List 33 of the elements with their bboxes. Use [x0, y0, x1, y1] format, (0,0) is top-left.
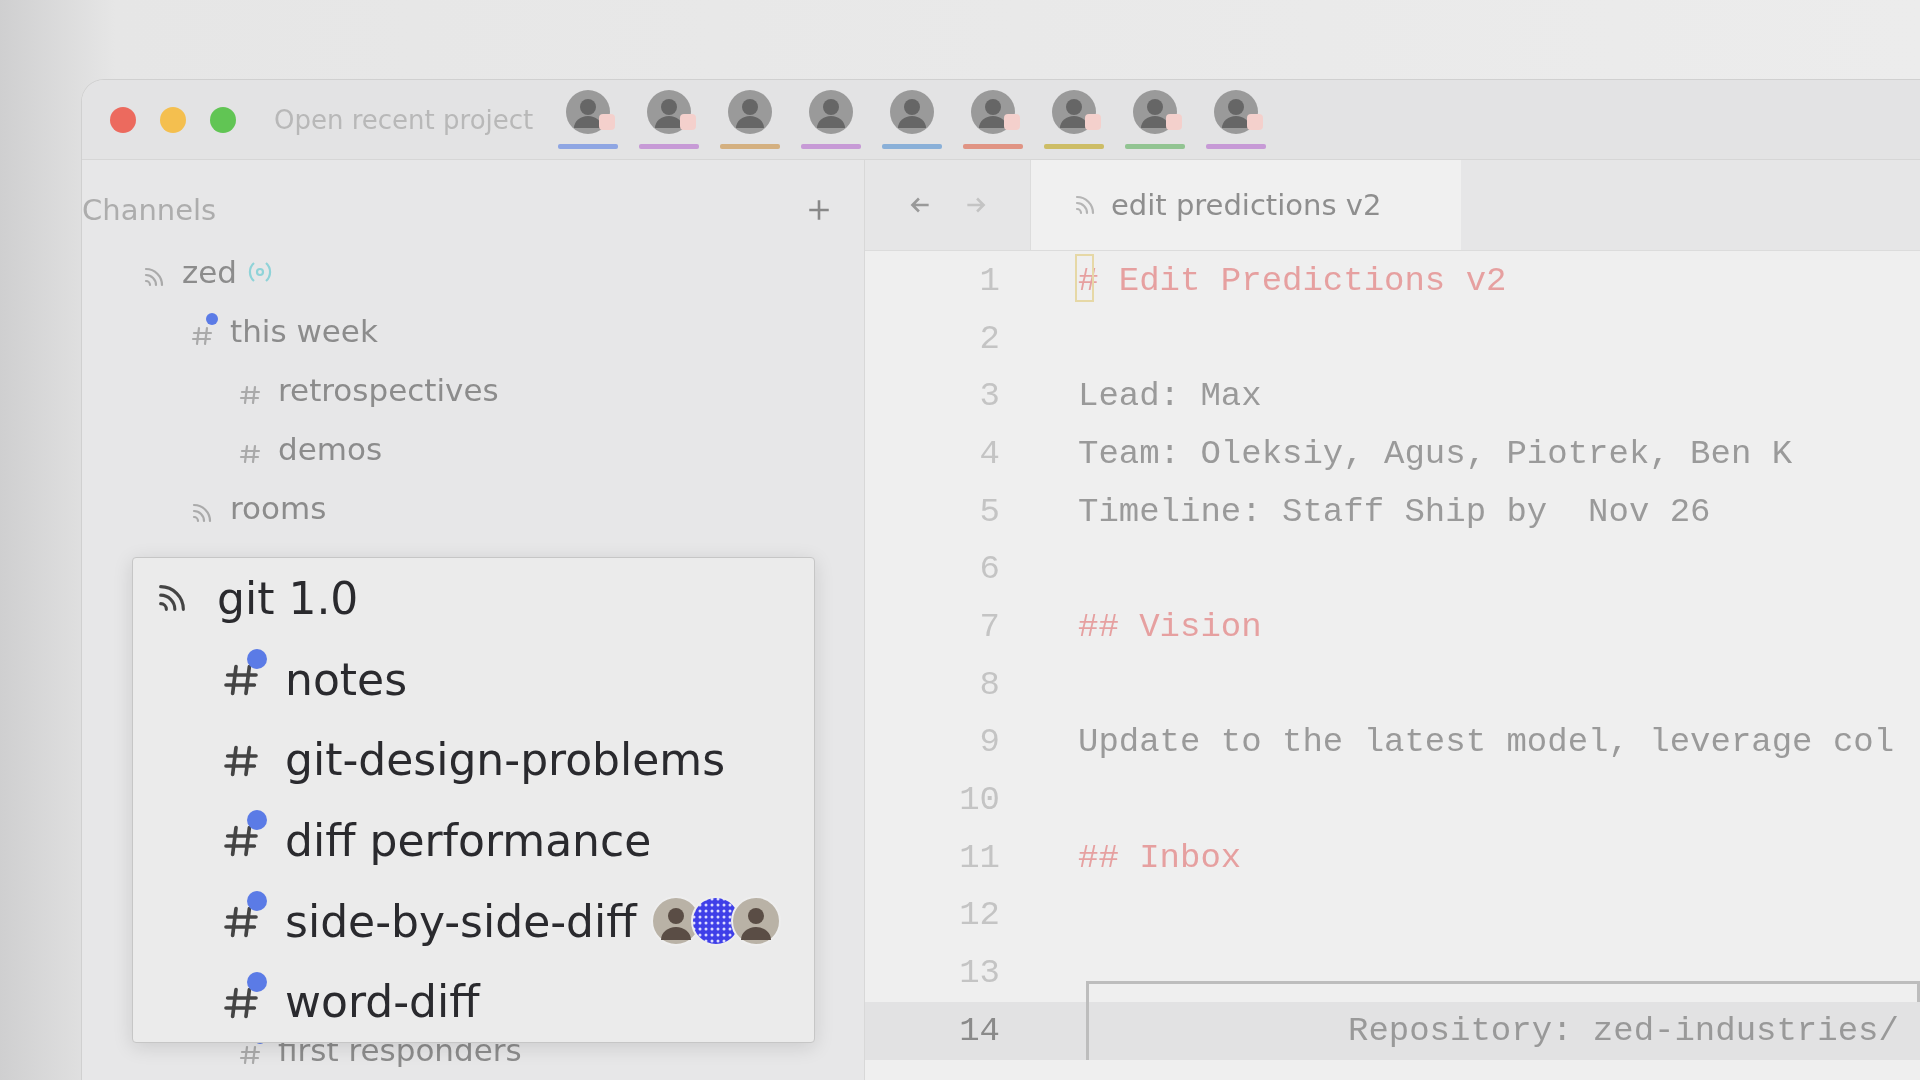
table-row: Repository: zed-industries/	[1086, 1001, 1899, 1060]
code-line: Team: Oleksiy, Agus, Piotrek, Ben K	[1078, 434, 1793, 473]
channels-heading: Channels	[82, 193, 217, 228]
markdown-heading: ## Inbox	[1078, 838, 1242, 877]
avatar-icon	[890, 90, 935, 134]
markdown-heading: ## Vision	[1078, 607, 1262, 646]
avatar-icon	[809, 90, 854, 134]
channel-item[interactable]: demos	[238, 419, 389, 479]
channel-item[interactable]: zed	[142, 242, 280, 302]
channel-item[interactable]: git-design-problems	[221, 734, 726, 786]
channel-item[interactable]: this week	[190, 301, 384, 361]
channel-item[interactable]: word-diff	[221, 976, 480, 1028]
channel-item[interactable]: rooms	[190, 478, 333, 538]
channel-item[interactable]: diff performance	[221, 814, 652, 866]
avatar-icon	[1133, 90, 1178, 134]
broadcast-icon	[1073, 193, 1097, 217]
avatar-icon	[1214, 90, 1259, 134]
avatar-icon	[728, 90, 773, 134]
avatar-icon	[647, 90, 692, 134]
channel-item[interactable]: retrospectives	[238, 360, 505, 420]
avatar-icon	[971, 90, 1016, 134]
avatar-icon	[566, 90, 611, 134]
code-line: Update to the latest model, leverage col	[1078, 723, 1895, 762]
channel-group-item[interactable]: git 1.0	[155, 558, 359, 639]
channel-item[interactable]: notes	[221, 653, 408, 705]
code-line: Lead: Max	[1078, 377, 1262, 416]
code-line: Timeline: Staff Ship by Nov 26	[1078, 492, 1711, 531]
avatar-icon	[730, 896, 781, 946]
editor-tab[interactable]: edit predictions v2	[1031, 160, 1461, 250]
channel-item[interactable]: side-by-side-diff	[221, 895, 637, 947]
window-control-button[interactable]	[110, 106, 136, 133]
avatar-icon	[1052, 90, 1097, 134]
line-number: 14	[958, 1011, 1000, 1050]
